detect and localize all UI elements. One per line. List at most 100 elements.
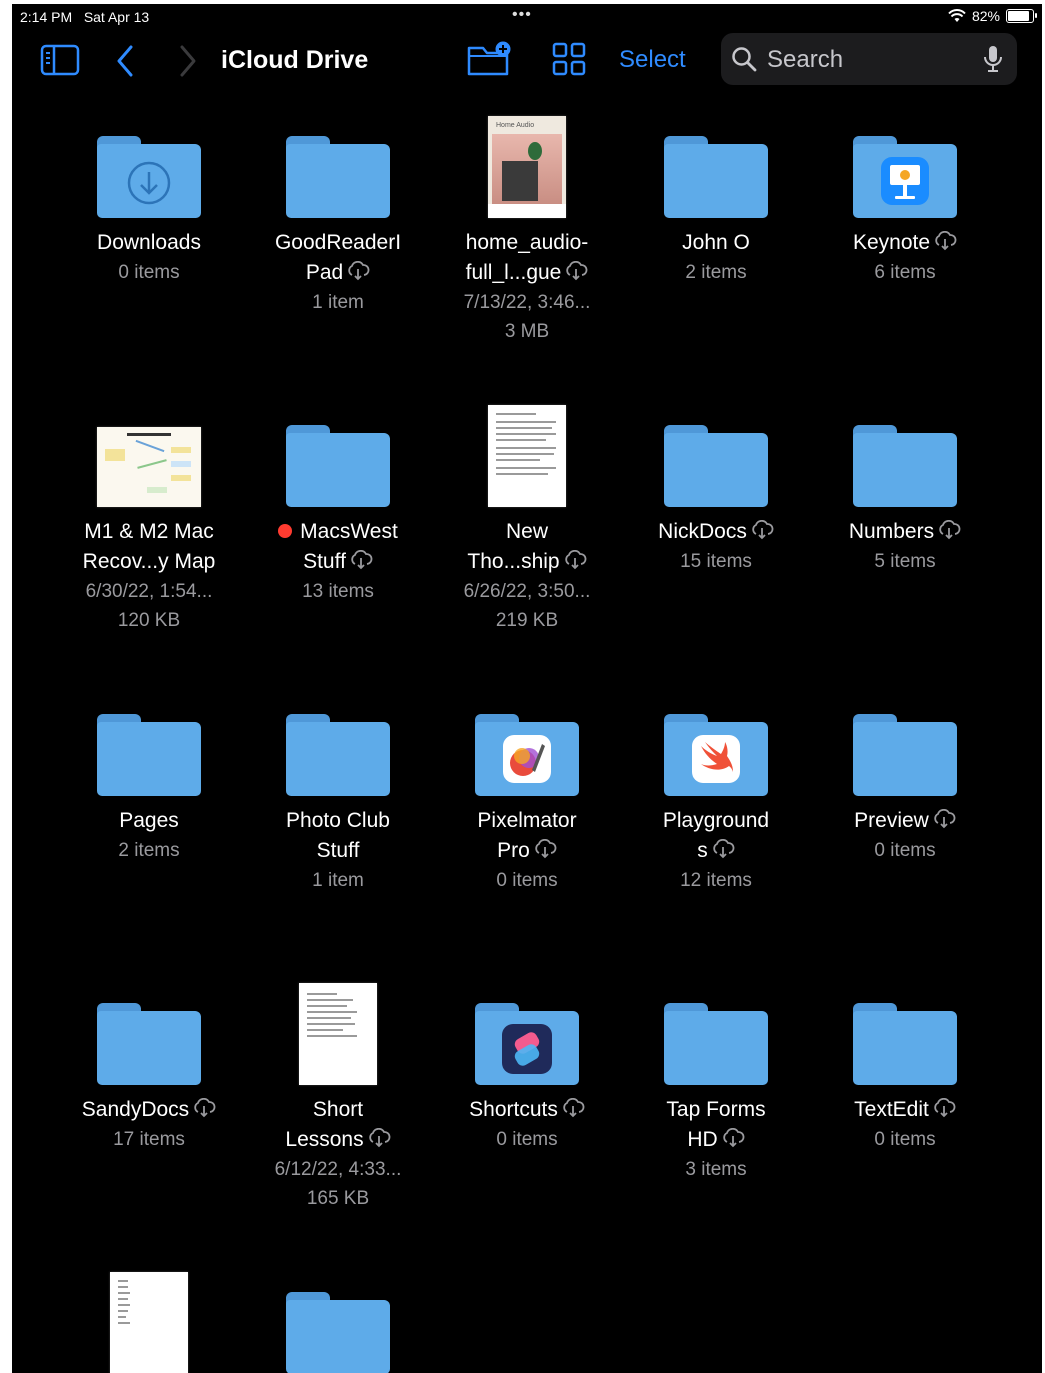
status-right: 82% xyxy=(948,8,1037,24)
icloud-download-icon[interactable] xyxy=(561,1098,585,1118)
icloud-download-icon[interactable] xyxy=(346,261,370,281)
shortcuts-app-icon xyxy=(502,1024,552,1074)
folder-icon xyxy=(853,136,957,218)
sidebar-toggle-icon[interactable] xyxy=(40,44,80,76)
item-name: Playground xyxy=(662,809,770,832)
icloud-download-icon[interactable] xyxy=(564,261,588,281)
icloud-download-icon[interactable] xyxy=(349,550,373,570)
item-meta: 15 items xyxy=(680,551,752,572)
search-field[interactable]: Search xyxy=(721,33,1017,85)
document-thumbnail xyxy=(488,405,566,507)
item-meta: 5 items xyxy=(874,551,936,572)
document-thumbnail xyxy=(97,427,201,507)
icloud-download-icon[interactable] xyxy=(937,520,961,540)
icloud-download-icon[interactable] xyxy=(932,809,956,829)
item-name: TextEdit xyxy=(854,1098,929,1121)
item-name-line2: s xyxy=(697,839,708,862)
item-name-line2: HD xyxy=(687,1128,718,1151)
item-name-line2: Lessons xyxy=(285,1128,364,1151)
battery-icon xyxy=(1006,9,1037,23)
select-button[interactable]: Select xyxy=(619,46,686,74)
forward-chevron-icon[interactable] xyxy=(177,44,199,78)
icloud-download-icon[interactable] xyxy=(932,1098,956,1118)
item-date: 6/12/22, 4:33... xyxy=(274,1159,402,1180)
files-app: 2:14 PM Sat Apr 13 ••• 82% iCloud Drive … xyxy=(12,4,1042,1373)
item-name-line2: Recov...y Map xyxy=(82,550,216,573)
item-name-line2: full_l...gue xyxy=(465,261,562,284)
item-date: 6/30/22, 1:54... xyxy=(85,581,213,602)
folder-icon xyxy=(475,714,579,796)
document-thumbnail xyxy=(299,983,377,1085)
folder-icon xyxy=(97,1003,201,1085)
new-folder-icon[interactable] xyxy=(466,40,514,78)
status-bar: 2:14 PM Sat Apr 13 ••• 82% xyxy=(12,4,1042,30)
folder-icon xyxy=(475,1003,579,1085)
item-name: Numbers xyxy=(848,520,935,543)
item-name: M1 & M2 Mac xyxy=(84,520,214,543)
item-size: 120 KB xyxy=(117,610,181,631)
folder-icon xyxy=(97,136,201,218)
folder-icon xyxy=(286,714,390,796)
search-placeholder: Search xyxy=(767,46,844,73)
item-name-line2: Pro xyxy=(497,839,530,862)
item-name: Keynote xyxy=(852,231,931,254)
pixelmator-app-icon xyxy=(503,735,551,783)
item-name: NickDocs xyxy=(658,520,747,543)
grid-view-icon[interactable] xyxy=(552,42,586,76)
item-name: John O xyxy=(682,231,750,254)
icloud-download-icon[interactable] xyxy=(721,1128,745,1148)
folder-icon xyxy=(853,1003,957,1085)
folder-icon xyxy=(664,425,768,507)
item-name: Shortcuts xyxy=(469,1098,558,1121)
icloud-download-icon[interactable] xyxy=(192,1098,216,1118)
status-time: 2:14 PM Sat Apr 13 xyxy=(20,9,150,25)
swift-playgrounds-app-icon xyxy=(692,735,740,783)
folder-icon xyxy=(853,425,957,507)
download-arrow-icon xyxy=(127,161,171,205)
item-size: 219 KB xyxy=(495,610,559,631)
item-name-line2: Stuff xyxy=(316,839,360,862)
multitasking-dots[interactable]: ••• xyxy=(512,6,532,24)
wifi-icon xyxy=(948,9,966,22)
search-icon xyxy=(732,47,757,72)
item-name: Downloads xyxy=(97,231,201,254)
red-tag-dot xyxy=(278,524,293,538)
icloud-download-icon[interactable] xyxy=(711,839,735,859)
item-date: 6/26/22, 3:50... xyxy=(463,581,591,602)
icloud-download-icon[interactable] xyxy=(533,839,557,859)
document-thumbnail: Home Audio xyxy=(488,116,566,218)
item-meta: 17 items xyxy=(113,1129,185,1150)
item-name-line2: Pad xyxy=(305,261,344,284)
back-chevron-icon[interactable] xyxy=(114,44,136,78)
item-name: MacsWest xyxy=(300,520,398,543)
item-name: GoodReaderI xyxy=(274,231,402,254)
item-meta: 0 items xyxy=(874,840,936,861)
item-meta: 2 items xyxy=(118,840,180,861)
item-meta: 1 item xyxy=(312,870,364,891)
icloud-download-icon[interactable] xyxy=(750,520,774,540)
folder-icon xyxy=(664,714,768,796)
item-meta: 13 items xyxy=(302,581,374,602)
icloud-download-icon[interactable] xyxy=(933,231,957,251)
item-name-line2: Tho...ship xyxy=(467,550,560,573)
item-name: Photo Club xyxy=(286,809,390,832)
item-name: Pixelmator xyxy=(477,809,577,832)
item-name: Pages xyxy=(119,809,179,832)
item-meta: 3 items xyxy=(685,1159,747,1180)
icloud-download-icon[interactable] xyxy=(367,1128,391,1148)
folder-icon xyxy=(286,425,390,507)
battery-percent: 82% xyxy=(971,8,1000,24)
folder-icon xyxy=(664,1003,768,1085)
item-size: 3 MB xyxy=(504,321,550,342)
item-meta: 0 items xyxy=(874,1129,936,1150)
item-name: Preview xyxy=(854,809,929,832)
icloud-download-icon[interactable] xyxy=(563,550,587,570)
item-name-line2: Stuff xyxy=(303,550,346,573)
microphone-icon[interactable] xyxy=(983,44,1003,74)
item-meta: 0 items xyxy=(118,262,180,283)
navigation-bar: iCloud Drive Select Search xyxy=(12,32,1042,90)
page-title: iCloud Drive xyxy=(221,46,369,74)
folder-icon xyxy=(286,136,390,218)
folder-icon xyxy=(286,1292,390,1373)
item-meta: 6 items xyxy=(874,262,936,283)
